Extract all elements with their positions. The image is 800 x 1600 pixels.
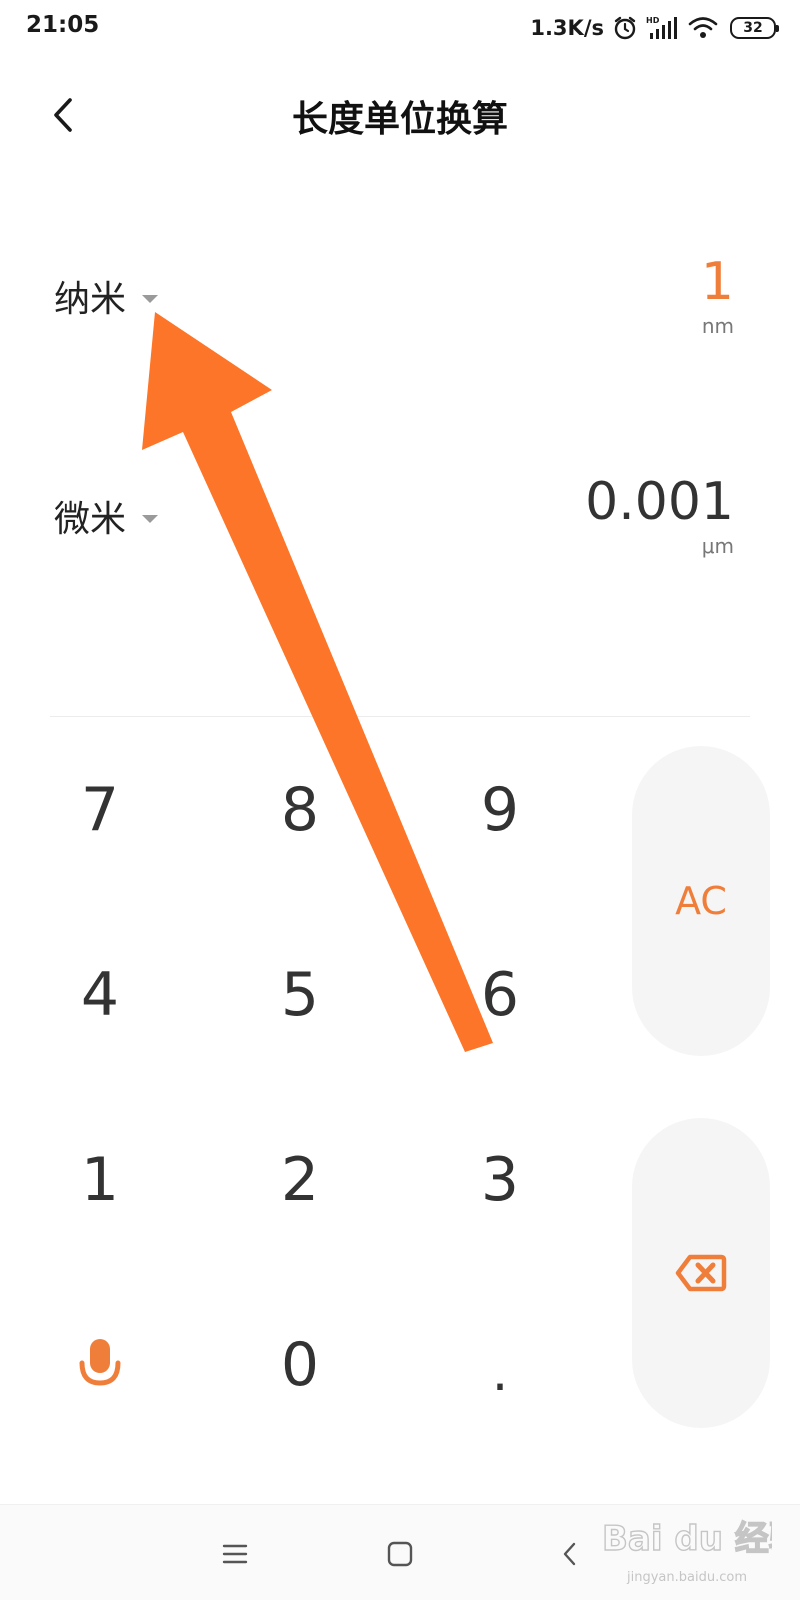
watermark-brand-text: Bai du 经验 [602, 1519, 772, 1559]
page-title: 长度单位换算 [291, 99, 508, 140]
to-value-block: 0.001 μm [585, 470, 734, 558]
status-indicators: 1.3K/s HD 32 [530, 12, 779, 44]
backspace-icon [675, 1254, 727, 1292]
key-6[interactable]: 6 [420, 935, 580, 1055]
wifi-icon [688, 17, 718, 38]
to-unit-name: 微米 [54, 499, 127, 540]
svg-text:HD: HD [646, 16, 660, 25]
from-unit-name: 纳米 [54, 279, 127, 320]
menu-icon [222, 1544, 248, 1564]
key-3[interactable]: 3 [420, 1120, 580, 1240]
key-decimal[interactable]: . [420, 1305, 580, 1425]
home-square-icon [387, 1541, 413, 1567]
status-time: 21:05 [26, 12, 100, 38]
dropdown-caret-icon[interactable] [142, 515, 159, 523]
clear-button[interactable]: AC [632, 746, 770, 1056]
dropdown-caret-icon[interactable] [142, 295, 159, 303]
key-5[interactable]: 5 [220, 935, 380, 1055]
key-7[interactable]: 7 [20, 750, 180, 870]
nav-menu-button[interactable] [210, 1529, 260, 1579]
from-unit-symbol: nm [701, 314, 734, 338]
battery-level: 32 [743, 20, 763, 36]
unit-converter-screen: 21:05 1.3K/s HD 32 长度单位换算 纳米 1 nm 微米 0.0… [0, 0, 800, 1600]
key-1[interactable]: 1 [20, 1120, 180, 1240]
microphone-icon [79, 1339, 121, 1386]
hd-signal-icon: HD [646, 16, 677, 39]
watermark-url: jingyan.baidu.com [627, 1570, 747, 1585]
key-8[interactable]: 8 [220, 750, 380, 870]
divider [50, 716, 750, 717]
alarm-clock-icon [614, 16, 636, 40]
to-value: 0.001 [585, 472, 734, 532]
back-chevron-icon [563, 1542, 576, 1566]
nav-back-button[interactable] [545, 1529, 595, 1579]
clear-label: AC [675, 879, 727, 923]
network-speed: 1.3K/s [530, 16, 604, 40]
key-2[interactable]: 2 [220, 1120, 380, 1240]
from-value: 1 [700, 252, 734, 312]
from-unit-row[interactable]: 纳米 1 nm [0, 230, 800, 380]
status-bar: 21:05 1.3K/s HD 32 [0, 0, 800, 56]
to-unit-symbol: μm [701, 534, 734, 558]
to-unit-row[interactable]: 微米 0.001 μm [0, 450, 800, 600]
voice-input-button[interactable] [20, 1305, 180, 1425]
backspace-button[interactable] [632, 1118, 770, 1428]
baidu-paw-logo-icon: Bai du 经验 [601, 1518, 800, 1559]
battery-icon: 32 [730, 17, 779, 39]
from-value-block: 1 nm [701, 250, 734, 338]
key-9[interactable]: 9 [420, 750, 580, 870]
to-unit-selector[interactable]: 微米 [54, 490, 159, 542]
key-4[interactable]: 4 [20, 935, 180, 1055]
nav-home-button[interactable] [375, 1529, 425, 1579]
title-bar: 长度单位换算 [0, 70, 800, 160]
key-0[interactable]: 0 [220, 1305, 380, 1425]
from-unit-selector[interactable]: 纳米 [54, 270, 159, 322]
baidu-jingyan-watermark: Bai du 经验 jingyan.baidu.com [601, 1508, 800, 1592]
